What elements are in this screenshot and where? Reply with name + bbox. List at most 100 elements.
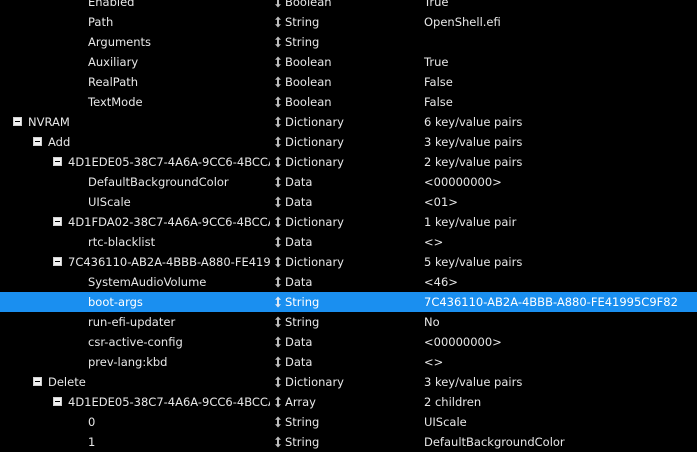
key-label[interactable]: 4D1EDE05-38C7-4A6A-9CC6-4BCCA8E	[68, 152, 270, 172]
plist-row-delete[interactable]: Delete Dictionary 3 key/value pairs	[0, 372, 697, 392]
up-down-arrows-icon[interactable]	[274, 416, 282, 428]
type-cell[interactable]: Data	[272, 172, 412, 192]
value-cell[interactable]: UIScale	[424, 412, 697, 432]
key-label[interactable]: Path	[88, 12, 113, 32]
up-down-arrows-icon[interactable]	[274, 316, 282, 328]
plist-row-realpath[interactable]: RealPath Boolean False	[0, 72, 697, 92]
type-cell[interactable]: Array	[272, 392, 412, 412]
value-cell[interactable]: <>	[424, 352, 697, 372]
collapse-toggle-icon[interactable]	[53, 217, 62, 226]
up-down-arrows-icon[interactable]	[274, 0, 282, 8]
key-label[interactable]: Auxiliary	[88, 52, 138, 72]
value-cell[interactable]: False	[424, 72, 697, 92]
collapse-toggle-icon[interactable]	[33, 377, 42, 386]
key-label[interactable]: Enabled	[88, 0, 134, 12]
value-cell[interactable]: <00000000>	[424, 172, 697, 192]
type-cell[interactable]: Boolean	[272, 52, 412, 72]
key-label[interactable]: Arguments	[88, 32, 151, 52]
value-cell[interactable]: False	[424, 92, 697, 112]
type-cell[interactable]: Data	[272, 232, 412, 252]
plist-row-enabled[interactable]: Enabled Boolean True	[0, 0, 697, 12]
value-cell[interactable]: OpenShell.efi	[424, 12, 697, 32]
key-label[interactable]: prev-lang:kbd	[88, 352, 167, 372]
type-cell[interactable]: Boolean	[272, 72, 412, 92]
up-down-arrows-icon[interactable]	[274, 296, 282, 308]
up-down-arrows-icon[interactable]	[274, 396, 282, 408]
plist-row-rtc-blacklist[interactable]: rtc-blacklist Data <>	[0, 232, 697, 252]
plist-row-csr-active-config[interactable]: csr-active-config Data <00000000>	[0, 332, 697, 352]
up-down-arrows-icon[interactable]	[274, 256, 282, 268]
type-cell[interactable]: Dictionary	[272, 372, 412, 392]
key-label[interactable]: run-efi-updater	[88, 312, 175, 332]
plist-row-guid-4d1fda02[interactable]: 4D1FDA02-38C7-4A6A-9CC6-4BCCA8I Dictiona…	[0, 212, 697, 232]
up-down-arrows-icon[interactable]	[274, 196, 282, 208]
type-cell[interactable]: Dictionary	[272, 132, 412, 152]
key-label[interactable]: 7C436110-AB2A-4BBB-A880-FE41995C	[68, 252, 270, 272]
plist-row-arguments[interactable]: Arguments String	[0, 32, 697, 52]
up-down-arrows-icon[interactable]	[274, 356, 282, 368]
type-cell[interactable]: Data	[272, 272, 412, 292]
up-down-arrows-icon[interactable]	[274, 156, 282, 168]
key-label[interactable]: RealPath	[88, 72, 138, 92]
up-down-arrows-icon[interactable]	[274, 216, 282, 228]
up-down-arrows-icon[interactable]	[274, 76, 282, 88]
plist-row-prev-lang-kbd[interactable]: prev-lang:kbd Data <>	[0, 352, 697, 372]
plist-row-systemaudiovolume[interactable]: SystemAudioVolume Data <46>	[0, 272, 697, 292]
key-label[interactable]: TextMode	[88, 92, 143, 112]
value-cell[interactable]: <01>	[424, 192, 697, 212]
collapse-toggle-icon[interactable]	[53, 397, 62, 406]
value-cell[interactable]: <>	[424, 232, 697, 252]
value-cell[interactable]	[424, 32, 697, 52]
key-label[interactable]: DefaultBackgroundColor	[88, 172, 229, 192]
plist-row-path[interactable]: Path String OpenShell.efi	[0, 12, 697, 32]
up-down-arrows-icon[interactable]	[274, 336, 282, 348]
up-down-arrows-icon[interactable]	[274, 376, 282, 388]
plist-row-delete-item-1[interactable]: 1 String DefaultBackgroundColor	[0, 432, 697, 452]
plist-row-run-efi-updater[interactable]: run-efi-updater String No	[0, 312, 697, 332]
key-label[interactable]: boot-args	[88, 292, 143, 312]
up-down-arrows-icon[interactable]	[274, 36, 282, 48]
type-cell[interactable]: String	[272, 312, 412, 332]
key-label[interactable]: csr-active-config	[88, 332, 183, 352]
plist-outline-view[interactable]: Enabled Boolean True Path String OpenShe…	[0, 0, 697, 452]
collapse-toggle-icon[interactable]	[13, 117, 22, 126]
up-down-arrows-icon[interactable]	[274, 136, 282, 148]
type-cell[interactable]: String	[272, 12, 412, 32]
plist-row-guid-4d1ede05[interactable]: 4D1EDE05-38C7-4A6A-9CC6-4BCCA8E Dictiona…	[0, 152, 697, 172]
type-cell[interactable]: Data	[272, 332, 412, 352]
type-cell[interactable]: Dictionary	[272, 152, 412, 172]
type-cell[interactable]: String	[272, 292, 412, 312]
collapse-toggle-icon[interactable]	[33, 137, 42, 146]
up-down-arrows-icon[interactable]	[274, 96, 282, 108]
key-label[interactable]: SystemAudioVolume	[88, 272, 206, 292]
collapse-toggle-icon[interactable]	[53, 157, 62, 166]
plist-row-defaultbackgroundcolor[interactable]: DefaultBackgroundColor Data <00000000>	[0, 172, 697, 192]
key-label[interactable]: rtc-blacklist	[88, 232, 155, 252]
key-label[interactable]: 4D1EDE05-38C7-4A6A-9CC6-4BCCA8E	[68, 392, 270, 412]
plist-row-nvram[interactable]: NVRAM Dictionary 6 key/value pairs	[0, 112, 697, 132]
value-cell[interactable]: <46>	[424, 272, 697, 292]
up-down-arrows-icon[interactable]	[274, 176, 282, 188]
type-cell[interactable]: Dictionary	[272, 252, 412, 272]
type-cell[interactable]: String	[272, 412, 412, 432]
up-down-arrows-icon[interactable]	[274, 56, 282, 68]
plist-row-delete-guid-4d1ede05[interactable]: 4D1EDE05-38C7-4A6A-9CC6-4BCCA8E Array 2 …	[0, 392, 697, 412]
key-label[interactable]: Delete	[48, 372, 86, 392]
type-cell[interactable]: Data	[272, 192, 412, 212]
up-down-arrows-icon[interactable]	[274, 436, 282, 448]
type-cell[interactable]: Data	[272, 352, 412, 372]
plist-row-boot-args[interactable]: boot-args String 7C436110-AB2A-4BBB-A880…	[0, 292, 697, 312]
type-cell[interactable]: String	[272, 32, 412, 52]
key-label[interactable]: NVRAM	[28, 112, 70, 132]
type-cell[interactable]: Dictionary	[272, 212, 412, 232]
type-cell[interactable]: Boolean	[272, 0, 412, 12]
plist-row-auxiliary[interactable]: Auxiliary Boolean True	[0, 52, 697, 72]
plist-row-textmode[interactable]: TextMode Boolean False	[0, 92, 697, 112]
value-cell[interactable]: DefaultBackgroundColor	[424, 432, 697, 452]
plist-row-guid-7c436110[interactable]: 7C436110-AB2A-4BBB-A880-FE41995C Diction…	[0, 252, 697, 272]
up-down-arrows-icon[interactable]	[274, 116, 282, 128]
collapse-toggle-icon[interactable]	[53, 257, 62, 266]
value-cell[interactable]: 7C436110-AB2A-4BBB-A880-FE41995C9F82	[424, 292, 697, 312]
type-cell[interactable]: Boolean	[272, 92, 412, 112]
type-cell[interactable]: Dictionary	[272, 112, 412, 132]
